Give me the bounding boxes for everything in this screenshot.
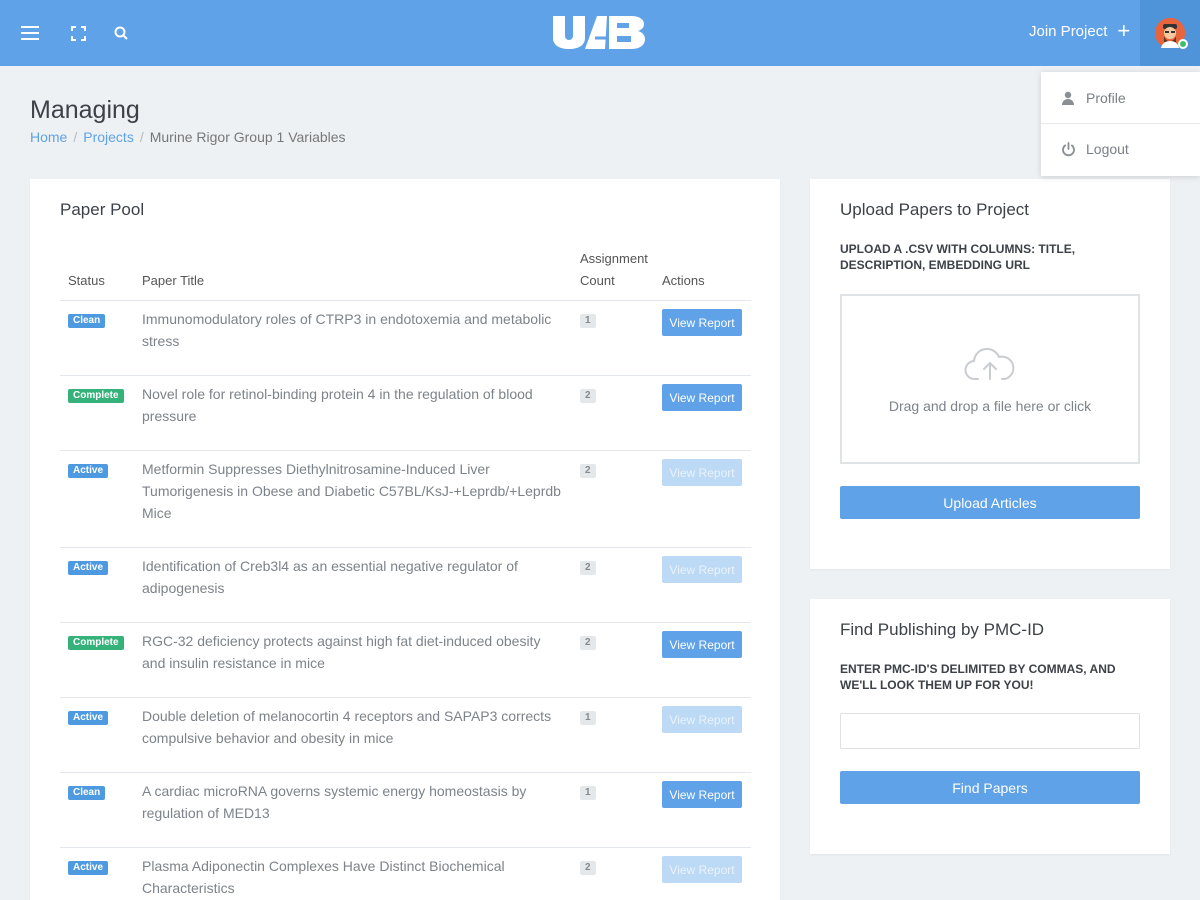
profile-menu-item[interactable]: Profile <box>1041 72 1200 123</box>
view-report-button[interactable]: View Report <box>662 631 742 658</box>
upload-articles-button[interactable]: Upload Articles <box>840 486 1140 519</box>
breadcrumb-separator: / <box>139 129 144 145</box>
paper-title: Double deletion of melanocortin 4 recept… <box>142 708 552 746</box>
plus-icon: + <box>1117 18 1131 43</box>
assignment-count-badge: 1 <box>580 314 596 328</box>
paper-title: A cardiac microRNA governs systemic ener… <box>142 783 527 821</box>
column-header-count-line2: Count <box>580 273 615 288</box>
table-row: Active Metformin Suppresses Diethylnitro… <box>60 451 751 548</box>
paper-title: Plasma Adiponectin Complexes Have Distin… <box>142 858 505 896</box>
logout-menu-item[interactable]: Logout <box>1041 123 1200 174</box>
breadcrumb: Home / Projects / Murine Rigor Group 1 V… <box>30 129 346 145</box>
find-papers-button[interactable]: Find Papers <box>840 771 1140 804</box>
view-report-button-disabled: View Report <box>662 856 742 883</box>
status-badge: Clean <box>68 314 106 328</box>
view-report-button[interactable]: View Report <box>662 384 742 411</box>
column-header-count-line1: Assignment <box>580 251 648 266</box>
pmc-id-input[interactable] <box>840 713 1140 749</box>
view-report-button-disabled: View Report <box>662 556 742 583</box>
paper-table: Status Paper Title Assignment Count Acti… <box>60 249 751 900</box>
search-icon[interactable] <box>108 20 134 46</box>
paper-title: Metformin Suppresses Diethylnitrosamine-… <box>142 461 561 521</box>
uab-logo[interactable] <box>551 14 649 50</box>
find-pmc-card: Find Publishing by PMC-ID ENTER PMC-ID'S… <box>810 599 1170 854</box>
status-badge: Active <box>68 861 109 875</box>
paper-title: Identification of Creb3l4 as an essentia… <box>142 558 518 596</box>
breadcrumb-home-link[interactable]: Home <box>30 129 67 145</box>
status-badge: Complete <box>68 636 124 650</box>
column-header-title: Paper Title <box>142 273 205 288</box>
breadcrumb-projects-link[interactable]: Projects <box>83 129 134 145</box>
file-dropzone[interactable]: Drag and drop a file here or click <box>840 294 1140 464</box>
upload-instructions: UPLOAD A .CSV WITH COLUMNS: TITLE, DESCR… <box>840 242 1076 272</box>
hamburger-menu-icon[interactable] <box>17 20 43 46</box>
table-header: Status Paper Title Assignment Count Acti… <box>60 249 751 301</box>
assignment-count-badge: 2 <box>580 561 596 575</box>
upload-papers-card: Upload Papers to Project UPLOAD A .CSV W… <box>810 179 1170 569</box>
paper-pool-card: Paper Pool Status Paper Title Assignment… <box>30 179 780 900</box>
status-badge: Active <box>68 561 109 575</box>
table-row: Active Plasma Adiponectin Complexes Have… <box>60 848 751 900</box>
status-badge: Clean <box>68 786 106 800</box>
power-icon <box>1060 141 1076 157</box>
paper-title: Immunomodulatory roles of CTRP3 in endot… <box>142 311 552 349</box>
view-report-button-disabled: View Report <box>662 459 742 486</box>
paper-pool-title: Paper Pool <box>60 200 145 219</box>
profile-label: Profile <box>1086 89 1126 106</box>
logout-label: Logout <box>1086 141 1129 157</box>
column-header-actions: Actions <box>662 273 705 288</box>
join-project-label: Join Project <box>1029 22 1108 40</box>
paper-title: Novel role for retinol-binding protein 4… <box>142 386 533 424</box>
table-row: Clean A cardiac microRNA governs systemi… <box>60 773 751 848</box>
find-instructions: ENTER PMC-ID'S DELIMITED BY COMMAS, AND … <box>840 662 1116 692</box>
assignment-count-badge: 2 <box>580 636 596 650</box>
view-report-button[interactable]: View Report <box>662 309 742 336</box>
table-row: Complete Novel role for retinol-binding … <box>60 376 751 451</box>
table-row: Active Double deletion of melanocortin 4… <box>60 698 751 773</box>
status-badge: Active <box>68 711 109 725</box>
table-row: Active Identification of Creb3l4 as an e… <box>60 548 751 623</box>
assignment-count-badge: 1 <box>580 711 596 725</box>
top-navbar: Join Project + <box>0 0 1200 66</box>
join-project-button[interactable]: Join Project + <box>1029 18 1131 43</box>
status-badge: Active <box>68 464 109 478</box>
cloud-upload-icon <box>964 345 1016 386</box>
assignment-count-badge: 2 <box>580 464 596 478</box>
assignment-count-badge: 1 <box>580 786 596 800</box>
upload-card-title: Upload Papers to Project <box>840 200 1029 219</box>
view-report-button-disabled: View Report <box>662 706 742 733</box>
user-dropdown-menu: Profile Logout <box>1041 72 1200 176</box>
dropzone-text: Drag and drop a file here or click <box>888 397 1092 414</box>
page-title: Managing <box>30 96 140 124</box>
user-avatar-button[interactable] <box>1140 0 1200 66</box>
view-report-button[interactable]: View Report <box>662 781 742 808</box>
find-card-title: Find Publishing by PMC-ID <box>840 620 1045 639</box>
breadcrumb-separator: / <box>73 129 78 145</box>
table-row: Complete RGC-32 deficiency protects agai… <box>60 623 751 698</box>
status-badge: Complete <box>68 389 124 403</box>
fullscreen-icon[interactable] <box>65 20 91 46</box>
table-row: Clean Immunomodulatory roles of CTRP3 in… <box>60 301 751 376</box>
avatar <box>1155 18 1188 49</box>
breadcrumb-current: Murine Rigor Group 1 Variables <box>149 129 346 145</box>
assignment-count-badge: 2 <box>580 861 596 875</box>
user-icon <box>1060 91 1076 105</box>
paper-title: RGC-32 deficiency protects against high … <box>142 633 541 671</box>
assignment-count-badge: 2 <box>580 389 596 403</box>
online-status-dot <box>1178 39 1188 49</box>
column-header-status: Status <box>68 273 105 288</box>
